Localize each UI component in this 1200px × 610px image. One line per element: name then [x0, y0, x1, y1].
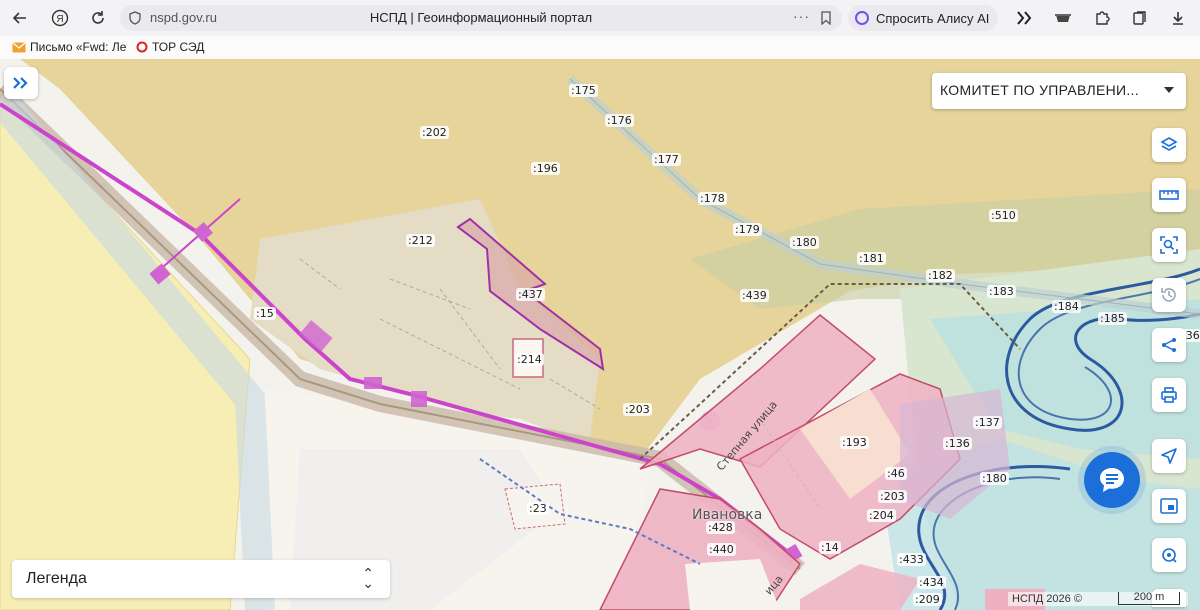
parcel-label[interactable]: :209 — [913, 593, 942, 606]
committee-select-value: КОМИТЕТ ПО УПРАВЛЕНИ... — [940, 82, 1139, 98]
map-footer: НСПД 2026 © 200 m — [1008, 592, 1188, 606]
parcel-label[interactable]: :180 — [980, 472, 1009, 485]
hat-icon[interactable] — [1049, 4, 1077, 32]
scale-bar: 200 m — [1118, 592, 1180, 605]
parcel-label[interactable]: :439 — [740, 289, 769, 302]
parcel-label[interactable]: :175 — [569, 84, 598, 97]
parcel-label[interactable]: :193 — [840, 436, 869, 449]
parcel-label[interactable]: :181 — [857, 252, 886, 265]
parcel-label[interactable]: :204 — [867, 509, 896, 522]
history-button[interactable] — [1152, 278, 1186, 312]
parcel-label[interactable]: :46 — [885, 467, 907, 480]
tab-title: НСПД | Геоинформационный портал — [369, 10, 593, 25]
ruler-button[interactable] — [1152, 178, 1186, 212]
svg-text:Я: Я — [56, 14, 63, 25]
expand-panel-button[interactable] — [4, 67, 38, 99]
location-icon — [1162, 548, 1177, 563]
parcel-label[interactable]: :196 — [531, 162, 560, 175]
copyright-text: НСПД 2026 © — [1012, 593, 1082, 605]
village-label: Ивановка — [692, 507, 763, 523]
print-button[interactable] — [1152, 378, 1186, 412]
committee-select[interactable]: КОМИТЕТ ПО УПРАВЛЕНИ... — [932, 73, 1186, 109]
chat-button[interactable] — [1084, 452, 1140, 508]
extension-icon[interactable] — [1010, 4, 1038, 32]
expand-collapse-icon: ⌃ ⌄ — [362, 565, 374, 591]
browser-toolbar: Я nspd.gov.ru НСПД | Геоинформационный п… — [0, 0, 1200, 36]
parcel-label[interactable]: :203 — [878, 490, 907, 503]
parcel-label[interactable]: :182 — [926, 269, 955, 282]
navigation-button[interactable] — [1152, 439, 1186, 473]
reload-icon[interactable] — [84, 4, 112, 32]
layers-icon — [1160, 137, 1178, 151]
parcel-label[interactable]: :212 — [406, 234, 435, 247]
collections-icon[interactable] — [1126, 4, 1154, 32]
bookmark-label: ТОР СЭД — [152, 40, 205, 54]
parcel-label[interactable]: :510 — [989, 209, 1018, 222]
parcel-label[interactable]: :202 — [420, 126, 449, 139]
parcel-label[interactable]: :203 — [623, 403, 652, 416]
zoom-area-button[interactable] — [1152, 228, 1186, 262]
parcel-label[interactable]: :184 — [1052, 300, 1081, 313]
parcel-label[interactable]: :177 — [652, 153, 681, 166]
parcel-label[interactable]: :15 — [254, 307, 276, 320]
bookmark-item-mail[interactable]: Письмо «Fwd: Ле — [12, 40, 126, 54]
location-button[interactable] — [1152, 538, 1186, 572]
parcel-label[interactable]: :179 — [733, 223, 762, 236]
map-area[interactable]: :175 :176 :177 :178 :179 :180 :181 :182 … — [0, 59, 1200, 610]
download-icon[interactable] — [1164, 4, 1192, 32]
alice-icon — [855, 11, 869, 25]
parcel-label[interactable]: :437 — [516, 288, 545, 301]
panel-button[interactable] — [1152, 489, 1186, 523]
share-button[interactable] — [1152, 328, 1186, 362]
legend-label: Легенда — [26, 570, 87, 587]
parcel-label[interactable]: :176 — [605, 114, 634, 127]
more-dots-icon[interactable]: ··· — [793, 8, 810, 24]
parcel-label[interactable]: :23 — [527, 502, 549, 515]
panel-icon — [1160, 498, 1178, 514]
legend-panel[interactable]: Легенда ⌃ ⌄ — [12, 560, 390, 598]
parcel-label[interactable]: :440 — [707, 543, 736, 556]
parcel-label[interactable]: :183 — [987, 285, 1016, 298]
history-icon — [1161, 288, 1176, 302]
chevron-down-icon — [1164, 87, 1174, 93]
zoom-area-icon — [1160, 236, 1178, 254]
bookmark-icon[interactable] — [820, 11, 832, 25]
address-bar[interactable]: nspd.gov.ru НСПД | Геоинформационный пор… — [120, 5, 842, 31]
parcel-label[interactable]: :136 — [943, 437, 972, 450]
alice-button[interactable]: Спросить Алису AI — [848, 5, 998, 31]
alice-label: Спросить Алису AI — [876, 10, 990, 26]
map-canvas — [0, 59, 1200, 610]
navigation-icon — [1161, 448, 1177, 464]
parcel-label[interactable]: :434 — [917, 576, 946, 589]
parcel-label[interactable]: :214 — [515, 353, 544, 366]
parcel-label[interactable]: :14 — [819, 541, 841, 554]
double-chevron-right-icon — [13, 77, 28, 89]
mail-icon — [12, 42, 26, 52]
yandex-icon[interactable]: Я — [46, 4, 74, 32]
share-icon — [1162, 338, 1176, 352]
parcel-label[interactable]: :178 — [698, 192, 727, 205]
parcel-label[interactable]: :185 — [1098, 312, 1127, 325]
parcel-label[interactable]: :137 — [973, 416, 1002, 429]
parcel-label[interactable]: :433 — [897, 553, 926, 566]
circle-icon — [136, 41, 148, 53]
parcel-label[interactable]: :180 — [790, 236, 819, 249]
print-icon — [1161, 387, 1177, 403]
layers-button[interactable] — [1152, 128, 1186, 162]
chat-icon — [1100, 468, 1124, 492]
arrow-left-icon[interactable] — [6, 4, 34, 32]
bookmark-item-tor[interactable]: ТОР СЭД — [136, 40, 204, 54]
puzzle-icon[interactable] — [1088, 4, 1116, 32]
bookmark-label: Письмо «Fwd: Ле — [30, 40, 127, 54]
ruler-icon — [1159, 190, 1179, 200]
